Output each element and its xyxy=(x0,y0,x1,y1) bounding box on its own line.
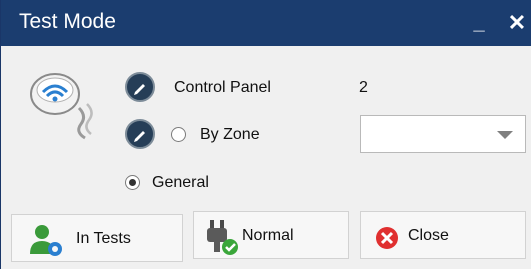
pencil-icon xyxy=(134,84,145,95)
red-x-circle-icon xyxy=(376,227,398,249)
smoke-detector-icon xyxy=(30,73,93,140)
general-label: General xyxy=(152,174,209,191)
close-label: Close xyxy=(408,227,449,244)
by-zone-label: By Zone xyxy=(200,126,260,143)
pencil-icon xyxy=(134,131,145,142)
zone-dropdown[interactable] xyxy=(360,115,526,153)
control-panel-edit-button[interactable] xyxy=(125,72,155,102)
window-title: Test Mode xyxy=(19,10,116,33)
plug-check-icon xyxy=(207,220,238,255)
by-zone-radio[interactable] xyxy=(171,127,186,142)
window-close-button[interactable]: ✕ xyxy=(503,6,531,40)
general-radio[interactable] xyxy=(125,175,140,190)
control-panel-label: Control Panel xyxy=(174,79,271,96)
close-button[interactable]: Close xyxy=(360,211,526,259)
minimize-button[interactable]: _ xyxy=(465,6,493,40)
title-bar: Test Mode _ ✕ xyxy=(1,0,531,46)
user-gear-icon xyxy=(30,225,62,256)
normal-button[interactable]: Normal xyxy=(193,211,349,259)
chevron-down-icon xyxy=(497,131,513,139)
normal-label: Normal xyxy=(242,227,294,244)
in-tests-button[interactable]: In Tests xyxy=(11,214,183,262)
zone-edit-button[interactable] xyxy=(125,119,155,149)
control-panel-value: 2 xyxy=(359,79,368,96)
in-tests-label: In Tests xyxy=(76,230,131,247)
test-mode-window: Test Mode _ ✕ Control Panel 2 By Zone Ge… xyxy=(0,0,531,269)
